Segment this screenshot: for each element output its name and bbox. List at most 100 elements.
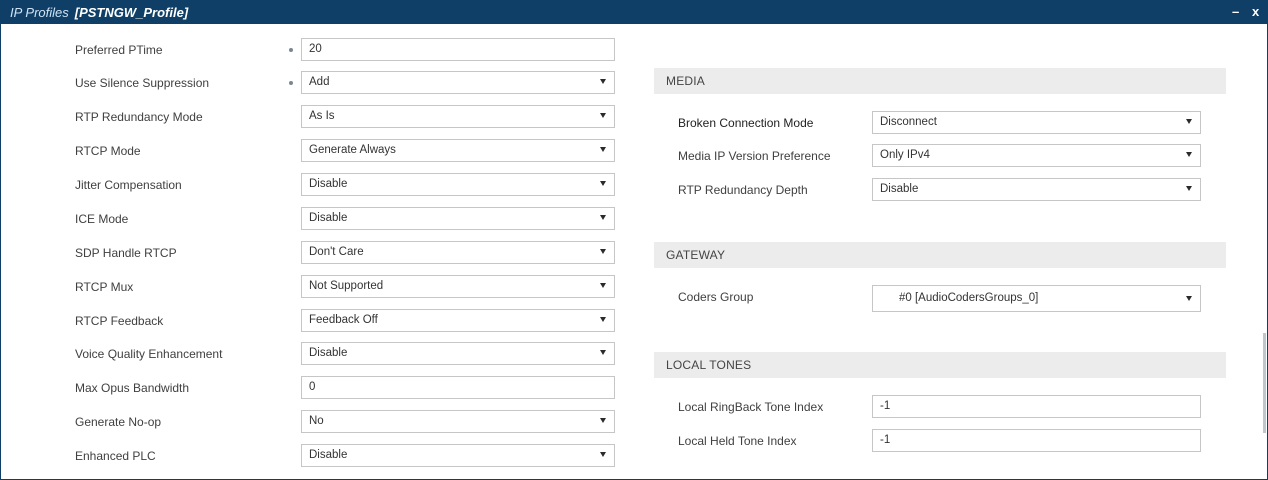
- local-held-tone-index-input[interactable]: -1: [872, 429, 1201, 452]
- select-value: Disable: [309, 347, 348, 359]
- select-value: Don't Care: [309, 246, 364, 258]
- section-header: GATEWAY: [666, 248, 726, 262]
- media-ip-version-select[interactable]: Only IPv4: [872, 144, 1201, 167]
- minimize-button[interactable]: –: [1232, 4, 1239, 19]
- generate-no-op-select[interactable]: No: [301, 410, 615, 433]
- field-preferred-ptime: Preferred PTime 20: [75, 38, 615, 62]
- jitter-compensation-select[interactable]: Disable: [301, 173, 615, 196]
- modified-indicator-icon: [289, 48, 293, 52]
- field-label: Use Silence Suppression: [75, 76, 210, 90]
- field-label: RTP Redundancy Mode: [75, 110, 203, 124]
- chevron-down-icon: [600, 249, 606, 254]
- field-label: RTCP Mux: [75, 280, 134, 294]
- field-sdp-handle-rtcp: SDP Handle RTCP Don't Care: [75, 241, 615, 265]
- section-local-tones: LOCAL TONES: [654, 352, 1226, 378]
- chevron-down-icon: [600, 215, 606, 220]
- rtcp-mux-select[interactable]: Not Supported: [301, 275, 615, 298]
- rtp-redundancy-depth-select[interactable]: Disable: [872, 178, 1201, 201]
- title-profile-name: [PSTNGW_Profile]: [74, 5, 189, 20]
- field-label: Voice Quality Enhancement: [75, 347, 223, 361]
- chevron-down-icon: [600, 350, 606, 355]
- dialog-title: IP Profiles [PSTNGW_Profile]: [10, 5, 188, 20]
- field-generate-no-op: Generate No-op No: [75, 410, 615, 434]
- ice-mode-select[interactable]: Disable: [301, 207, 615, 230]
- silence-suppression-select[interactable]: Add: [301, 71, 615, 94]
- enhanced-plc-select[interactable]: Disable: [301, 444, 615, 467]
- field-label: Enhanced PLC: [75, 449, 156, 463]
- chevron-down-icon: [1186, 152, 1192, 157]
- broken-connection-mode-select[interactable]: Disconnect: [872, 111, 1201, 134]
- preferred-ptime-input[interactable]: 20: [301, 38, 615, 61]
- field-label: Max Opus Bandwidth: [75, 381, 190, 395]
- section-header: LOCAL TONES: [666, 358, 752, 372]
- chevron-down-icon: [1186, 296, 1192, 301]
- title-bar: IP Profiles [PSTNGW_Profile] – x: [1, 1, 1267, 24]
- scrollbar[interactable]: [1263, 333, 1266, 433]
- field-label: ICE Mode: [75, 212, 129, 226]
- field-ice-mode: ICE Mode Disable: [75, 207, 615, 231]
- field-label: Broken Connection Mode: [678, 116, 814, 130]
- field-local-held-tone-index: Local Held Tone Index -1: [678, 429, 1203, 453]
- select-value: Disable: [309, 449, 348, 461]
- title-prefix: IP Profiles: [10, 5, 69, 20]
- field-max-opus-bandwidth: Max Opus Bandwidth 0: [75, 376, 615, 400]
- section-header: MEDIA: [666, 74, 706, 88]
- field-coders-group: Coders Group #0 [AudioCodersGroups_0]: [678, 285, 1203, 312]
- field-label: Preferred PTime: [75, 43, 163, 57]
- ip-profile-dialog: IP Profiles [PSTNGW_Profile] – x Preferre…: [0, 0, 1268, 480]
- select-value: #0 [AudioCodersGroups_0]: [899, 292, 1039, 304]
- field-enhanced-plc: Enhanced PLC Disable: [75, 444, 615, 468]
- field-rtp-redundancy-mode: RTP Redundancy Mode As Is: [75, 105, 615, 129]
- field-rtcp-mux: RTCP Mux Not Supported: [75, 275, 615, 299]
- chevron-down-icon: [600, 113, 606, 118]
- select-value: Feedback Off: [309, 314, 378, 326]
- coders-group-select[interactable]: #0 [AudioCodersGroups_0]: [872, 285, 1201, 312]
- chevron-down-icon: [600, 79, 606, 84]
- field-voice-quality-enhancement: Voice Quality Enhancement Disable: [75, 342, 615, 366]
- chevron-down-icon: [600, 283, 606, 288]
- field-rtp-redundancy-depth: RTP Redundancy Depth Disable: [678, 178, 1203, 202]
- select-value: As Is: [309, 110, 335, 122]
- chevron-down-icon: [600, 147, 606, 152]
- chevron-down-icon: [1186, 186, 1192, 191]
- chevron-down-icon: [600, 452, 606, 457]
- rtcp-mode-select[interactable]: Generate Always: [301, 139, 615, 162]
- rtcp-feedback-select[interactable]: Feedback Off: [301, 309, 615, 332]
- field-label: RTP Redundancy Depth: [678, 183, 808, 197]
- field-label: Media IP Version Preference: [678, 149, 831, 163]
- select-value: Only IPv4: [880, 149, 930, 161]
- select-value: Disable: [880, 183, 919, 195]
- section-media: MEDIA: [654, 68, 1226, 94]
- select-value: Not Supported: [309, 280, 384, 292]
- sdp-handle-rtcp-select[interactable]: Don't Care: [301, 241, 615, 264]
- field-label: Jitter Compensation: [75, 178, 182, 192]
- field-label: Local Held Tone Index: [678, 434, 797, 448]
- field-media-ip-version-preference: Media IP Version Preference Only IPv4: [678, 144, 1203, 168]
- select-value: No: [309, 415, 324, 427]
- field-rtcp-mode: RTCP Mode Generate Always: [75, 139, 615, 163]
- chevron-down-icon: [600, 418, 606, 423]
- field-label: Local RingBack Tone Index: [678, 400, 824, 414]
- field-jitter-compensation: Jitter Compensation Disable: [75, 173, 615, 197]
- field-label: RTCP Feedback: [75, 314, 164, 328]
- chevron-down-icon: [600, 317, 606, 322]
- chevron-down-icon: [600, 181, 606, 186]
- select-value: Disconnect: [880, 116, 937, 128]
- field-label: SDP Handle RTCP: [75, 246, 177, 260]
- field-label: Coders Group: [678, 290, 754, 304]
- section-gateway: GATEWAY: [654, 242, 1226, 268]
- local-ringback-tone-index-input[interactable]: -1: [872, 395, 1201, 418]
- voice-quality-enhancement-select[interactable]: Disable: [301, 342, 615, 365]
- field-local-ringback-tone-index: Local RingBack Tone Index -1: [678, 395, 1203, 419]
- rtp-redundancy-mode-select[interactable]: As Is: [301, 105, 615, 128]
- chevron-down-icon: [1186, 119, 1192, 124]
- select-value: Generate Always: [309, 144, 396, 156]
- modified-indicator-icon: [289, 81, 293, 85]
- select-value: Disable: [309, 212, 348, 224]
- field-broken-connection-mode: Broken Connection Mode Disconnect: [678, 111, 1203, 135]
- max-opus-bandwidth-input[interactable]: 0: [301, 376, 615, 399]
- select-value: Add: [309, 76, 330, 88]
- field-rtcp-feedback: RTCP Feedback Feedback Off: [75, 309, 615, 333]
- field-label: RTCP Mode: [75, 144, 141, 158]
- close-button[interactable]: x: [1252, 4, 1259, 19]
